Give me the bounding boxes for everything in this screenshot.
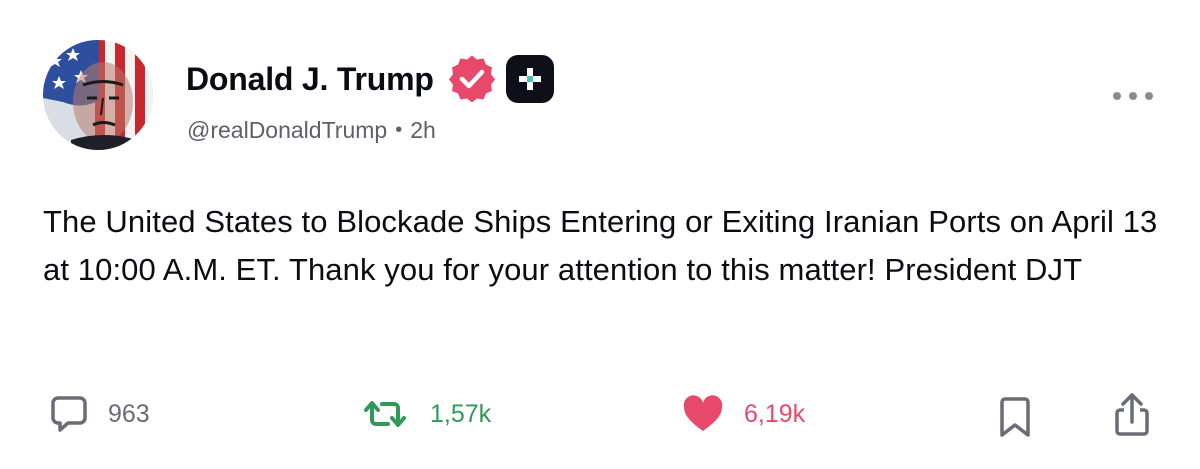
repost-icon	[364, 401, 406, 427]
like-button[interactable]: 6,19k	[682, 390, 805, 438]
avatar-image	[43, 40, 153, 150]
reply-button[interactable]: 963	[50, 390, 150, 438]
verified-badge-icon	[448, 55, 495, 103]
bookmark-icon	[1000, 397, 1030, 437]
post-card: Donald J. Trump @realDonaldTrump • 2h Th…	[0, 0, 1200, 469]
author-meta: @realDonaldTrump • 2h	[187, 117, 436, 144]
heart-icon	[683, 395, 723, 431]
more-options-icon[interactable]	[1113, 88, 1153, 104]
share-icon	[1115, 393, 1149, 436]
avatar[interactable]	[43, 40, 153, 150]
display-name[interactable]: Donald J. Trump	[186, 63, 434, 95]
reply-count: 963	[108, 399, 150, 428]
post-text: The United States to Blockade Ships Ente…	[43, 204, 1158, 287]
share-button[interactable]	[1112, 391, 1152, 439]
repost-count: 1,57k	[430, 399, 492, 428]
handle[interactable]: @realDonaldTrump	[187, 117, 387, 144]
timestamp[interactable]: 2h	[410, 117, 436, 144]
author-name-row: Donald J. Trump	[186, 54, 554, 104]
meta-separator: •	[395, 119, 403, 141]
reply-icon	[51, 396, 87, 432]
plus-badge-icon	[505, 55, 554, 103]
repost-button[interactable]: 1,57k	[360, 390, 491, 438]
like-count: 6,19k	[744, 399, 806, 428]
bookmark-button[interactable]	[998, 393, 1032, 441]
